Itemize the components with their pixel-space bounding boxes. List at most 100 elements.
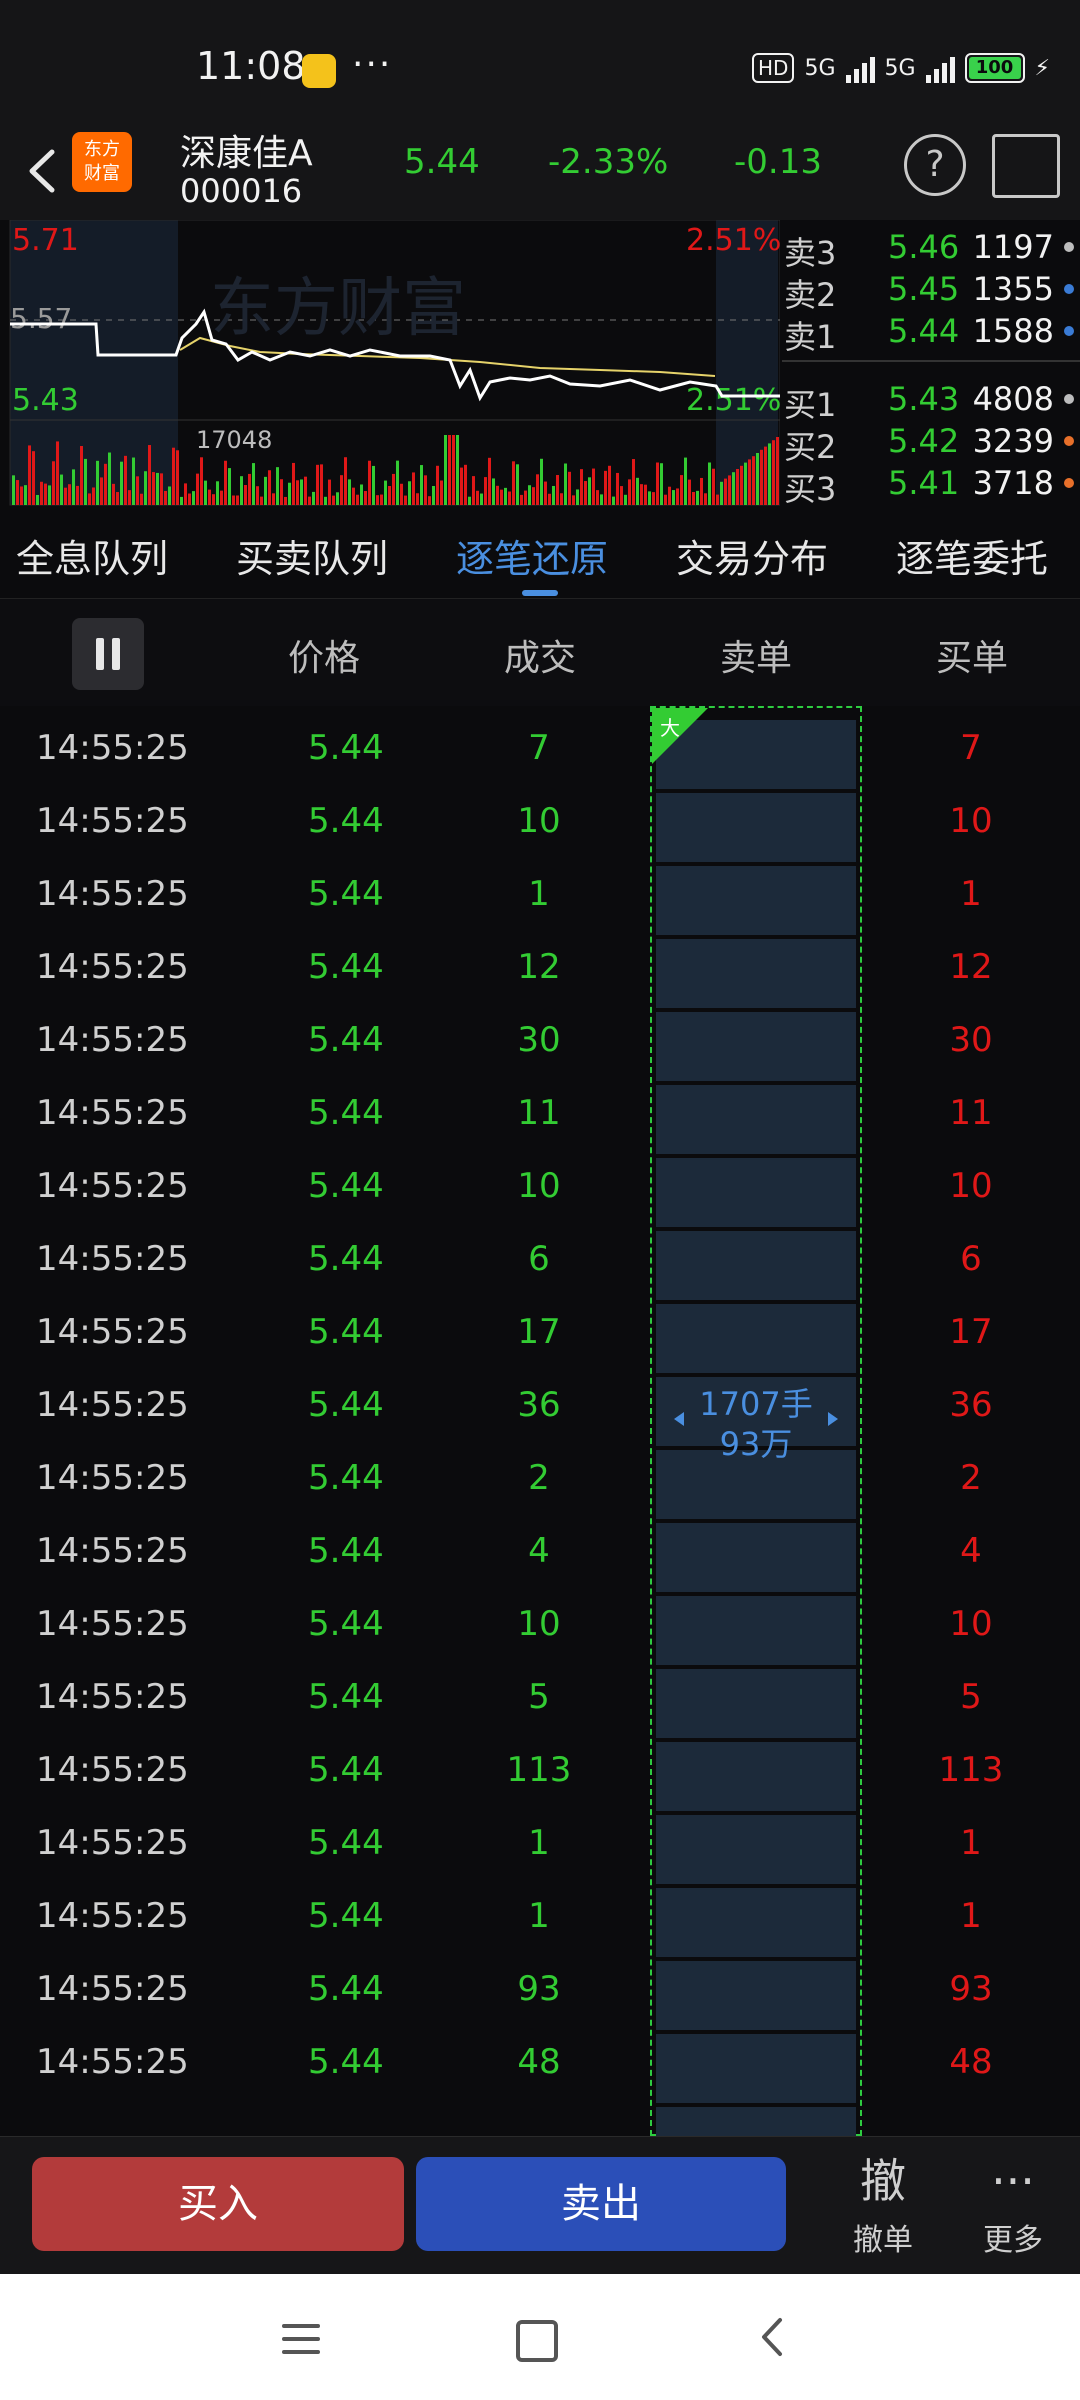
volume-bar [740, 465, 743, 505]
order-book-volume: 3718 [972, 464, 1054, 502]
row-time: 14:55:25 [36, 1677, 189, 1717]
volume-bar [72, 469, 75, 505]
row-buy-volume: 93 [949, 1969, 993, 2009]
table-row[interactable]: 14:55:25 5.44 12 12 [0, 931, 1080, 1004]
back-chevron-icon[interactable] [22, 146, 62, 196]
volume-bar [284, 496, 287, 505]
sell-order-cell [656, 866, 856, 937]
tab-bar: 全息队列 买卖队列 逐笔还原 交易分布 逐笔委托 [0, 510, 1080, 598]
row-time: 14:55:25 [36, 1458, 189, 1498]
volume-bar [428, 496, 431, 505]
tab-tick-orders[interactable]: 逐笔委托 [896, 528, 1080, 583]
volume-bar [224, 460, 227, 505]
table-row[interactable]: 14:55:25 5.44 93 93 [0, 1953, 1080, 2026]
table-row[interactable]: 14:55:25 5.44 1 1 [0, 858, 1080, 931]
table-row[interactable]: 14:55:25 5.44 10 10 [0, 785, 1080, 858]
table-row[interactable]: 14:55:25 5.44 1 1 [0, 1807, 1080, 1880]
volume-bar [608, 465, 611, 505]
volume-bar [600, 494, 603, 505]
volume-bar [216, 481, 219, 505]
help-icon[interactable]: ? [904, 134, 966, 196]
volume-bar [288, 482, 291, 505]
volume-bar [696, 490, 699, 505]
active-tab-indicator [522, 590, 558, 596]
system-back-icon[interactable] [756, 2314, 786, 2360]
row-volume: 5 [528, 1677, 550, 1717]
table-row[interactable]: 14:55:25 5.44 10 10 [0, 1588, 1080, 1661]
tab-tick-restore[interactable]: 逐笔还原 [456, 528, 608, 583]
table-row[interactable]: 14:55:25 5.44 6 6 [0, 1223, 1080, 1296]
row-volume: 1 [528, 1896, 550, 1936]
sell-order-hands: 1707手 [699, 1385, 813, 1423]
table-row[interactable]: 14:55:25 5.44 1 1 [0, 1880, 1080, 1953]
row-time: 14:55:25 [36, 1020, 189, 1060]
sell-order-summary: 1707手 93万 [652, 1384, 860, 1464]
table-row[interactable]: 14:55:25 5.44 30 30 [0, 1004, 1080, 1077]
volume-bar [388, 485, 391, 505]
table-row[interactable]: 14:55:25 5.44 11 11 [0, 1077, 1080, 1150]
order-book-dot [1064, 242, 1074, 252]
volume-bar [436, 465, 439, 505]
tab-trade-distribution[interactable]: 交易分布 [676, 528, 828, 583]
tab-full-queue[interactable]: 全息队列 [16, 528, 168, 583]
volume-bar [544, 481, 547, 505]
volume-bar [564, 463, 567, 505]
tab-bid-ask-queue[interactable]: 买卖队列 [236, 528, 388, 583]
volume-bar [444, 435, 447, 505]
row-price: 5.44 [308, 947, 384, 987]
volume-bar [364, 491, 367, 505]
cancel-order-button[interactable]: 撤 撤单 [828, 2153, 938, 2259]
volume-bar [672, 490, 675, 505]
sell-button[interactable]: 卖出 [416, 2157, 786, 2251]
row-price: 5.44 [308, 728, 384, 768]
row-volume: 4 [528, 1531, 550, 1571]
row-buy-volume: 11 [949, 1093, 993, 1133]
split-screen-icon[interactable] [992, 134, 1060, 198]
table-row[interactable]: 14:55:25 5.44 48 48 [0, 2026, 1080, 2099]
intraday-chart[interactable]: 东方财富 5.71 5.57 5.43 2.51% 2.51% 17048 [0, 219, 781, 510]
volume-bar [168, 486, 171, 505]
table-row[interactable]: 14:55:25 5.44 4 4 [0, 1515, 1080, 1588]
volume-bar [520, 494, 523, 505]
table-row[interactable]: 14:55:25 5.44 10 10 [0, 1150, 1080, 1223]
cancel-icon: 撤 [860, 2154, 906, 2208]
table-row[interactable]: 14:55:25 5.44 36 36 [0, 1369, 1080, 1442]
volume-bar [480, 493, 483, 505]
order-book-price: 5.42 [888, 422, 960, 460]
volume-bar [32, 451, 35, 505]
row-time: 14:55:25 [36, 801, 189, 841]
volume-bar [232, 495, 235, 505]
volume-bar [220, 490, 223, 505]
volume-bar [764, 446, 767, 505]
volume-bar [80, 446, 83, 505]
sell-order-column[interactable]: 大 1707手 93万 [650, 706, 862, 2178]
more-button[interactable]: ··· 更多 [958, 2153, 1068, 2259]
table-row[interactable]: 14:55:25 5.44 113 113 [0, 1734, 1080, 1807]
volume-bar [640, 484, 643, 505]
volume-bar [536, 474, 539, 505]
order-book-dot [1064, 284, 1074, 294]
row-time: 14:55:25 [36, 1823, 189, 1863]
volume-bar [204, 480, 207, 505]
row-volume: 10 [517, 801, 561, 841]
volume-bar [768, 443, 771, 505]
pause-button[interactable] [72, 618, 144, 690]
table-row[interactable]: 14:55:25 5.44 17 17 [0, 1296, 1080, 1369]
recent-apps-icon[interactable] [282, 2324, 320, 2354]
table-row[interactable]: 14:55:25 5.44 2 2 [0, 1442, 1080, 1515]
order-book-dot [1064, 394, 1074, 404]
volume-bar [244, 485, 247, 505]
row-buy-volume: 2 [960, 1458, 982, 1498]
stock-header: 深康佳A 000016 5.44 -2.33% -0.13 ? [0, 120, 1080, 220]
buy-button[interactable]: 买入 [32, 2157, 404, 2251]
table-row[interactable]: 14:55:25 5.44 5 5 [0, 1661, 1080, 1734]
row-price: 5.44 [308, 1896, 384, 1936]
volume-bar [724, 478, 727, 505]
sell-order-cell [656, 1742, 856, 1813]
sell-order-cell [656, 1304, 856, 1375]
table-row[interactable]: 14:55:25 5.44 7 7 [0, 712, 1080, 785]
home-icon[interactable] [516, 2320, 558, 2362]
volume-bar [548, 493, 551, 505]
volume-bar [576, 489, 579, 505]
tick-table[interactable]: 14:55:25 5.44 7 7 14:55:25 5.44 10 10 14:55:25 5.… [0, 706, 1080, 2136]
